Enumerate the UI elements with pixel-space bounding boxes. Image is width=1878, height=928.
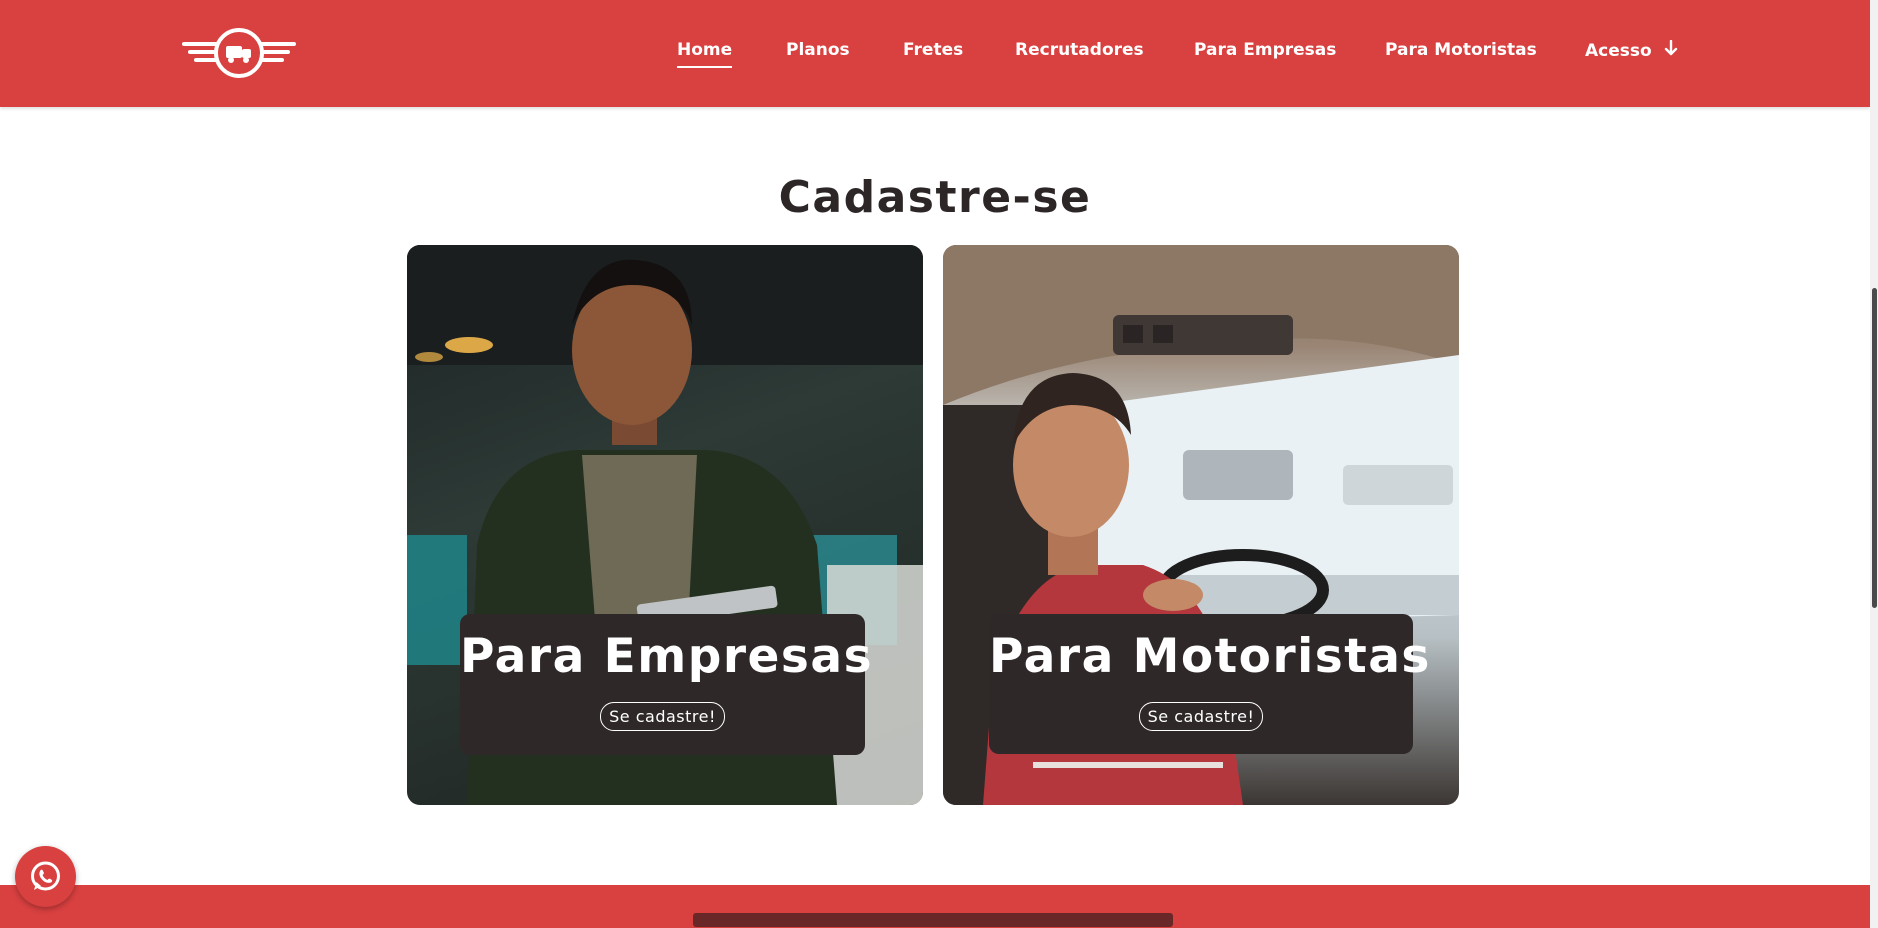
signup-button-empresas[interactable]: Se cadastre! [600,702,725,731]
top-navbar: Home Planos Fretes Recrutadores Para Emp… [0,0,1870,107]
card-caption: Para Empresas Se cadastre! [460,614,874,755]
card-para-empresas[interactable]: Para Empresas Se cadastre! [407,245,923,805]
nav-para-motoristas[interactable]: Para Motoristas [1385,40,1537,60]
nav-acesso[interactable]: Acesso [1585,40,1678,61]
nav-para-empresas[interactable]: Para Empresas [1194,40,1336,60]
card-caption: Para Motoristas Se cadastre! [989,614,1431,754]
nav-planos[interactable]: Planos [786,40,850,60]
nav-recrutadores[interactable]: Recrutadores [1015,40,1144,60]
nav-home[interactable]: Home [677,40,733,68]
section-title: Cadastre-se [778,172,1092,223]
whatsapp-float-button[interactable] [15,846,76,907]
arrow-down-icon [1664,40,1677,56]
next-section-title-clipped [693,913,1173,927]
card-title: Para Motoristas [989,629,1431,684]
next-section-band [0,885,1870,928]
nav-fretes[interactable]: Fretes [903,40,963,60]
nav-acesso-label: Acesso [1585,41,1652,61]
whatsapp-icon [31,861,60,891]
page-scrollbar-thumb[interactable] [1872,288,1877,608]
card-para-motoristas[interactable]: Para Motoristas Se cadastre! [943,245,1459,805]
signup-button-motoristas[interactable]: Se cadastre! [1138,702,1264,731]
card-title: Para Empresas [460,629,874,684]
truck-wings-logo-icon[interactable] [182,28,296,78]
